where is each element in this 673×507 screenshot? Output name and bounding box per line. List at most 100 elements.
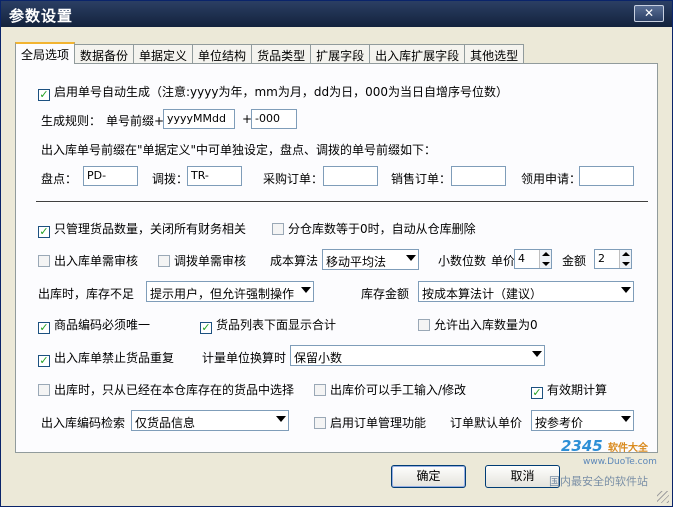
order-price-select[interactable]: 按参考价: [531, 410, 634, 431]
shortage-label: 出库时，库存不足: [38, 287, 135, 301]
cost-method-select[interactable]: 移动平均法: [322, 249, 419, 270]
unit-convert-select[interactable]: 保留小数: [290, 345, 545, 366]
watermark-site: www.DuoTe.com: [583, 457, 657, 467]
order-price-label: 订单默认单价: [450, 416, 523, 430]
stock-select-checkbox[interactable]: 出库时，只从已经在本仓库存在的货品中选择: [38, 381, 294, 398]
amount-decimals-value: 2: [598, 252, 605, 265]
allow-zero-label: 允许出入库数量为0: [434, 318, 538, 332]
arrow-down-icon: [622, 262, 630, 266]
shortage-value: 提示用户，但允许强制操作: [150, 287, 295, 301]
checkbox-empty-icon: [314, 384, 326, 396]
sales-order-input[interactable]: [451, 166, 506, 186]
show-total-checkbox[interactable]: ✓ 货品列表下面显示合计: [200, 316, 336, 334]
tab-doc-definition[interactable]: 单据定义: [133, 44, 194, 64]
unique-code-label: 商品编码必须唯一: [54, 318, 151, 332]
no-duplicate-checkbox[interactable]: ✓ 出入库单禁止货品重复: [38, 349, 174, 367]
auto-number-checkbox[interactable]: ✓ 启用单号自动生成（注意:yyyy为年，mm为月，dd为日，000为当日自增序号…: [38, 83, 508, 101]
code-search-value: 仅货品信息: [135, 416, 196, 430]
code-search-label: 出入库编码检索: [41, 416, 126, 430]
prefix-label: 单号前缀+: [106, 114, 165, 128]
tab-inout-extend-fields[interactable]: 出入库扩展字段: [369, 44, 466, 64]
order-mgmt-checkbox[interactable]: 启用订单管理功能: [314, 414, 426, 431]
requisition-input[interactable]: [579, 166, 634, 186]
order-price-value: 按参考价: [535, 416, 584, 430]
manual-price-checkbox[interactable]: 出库价可以手工输入/修改: [314, 381, 466, 398]
arrow-up-icon: [542, 252, 550, 256]
watermark-slogan: 国内最安全的软件站: [549, 475, 648, 488]
close-icon: ✕: [643, 6, 655, 20]
tab-extend-fields[interactable]: 扩展字段: [310, 44, 371, 64]
only-qty-checkbox[interactable]: ✓ 只管理货品数量，关闭所有财务相关: [38, 220, 246, 238]
checkbox-empty-icon: [38, 255, 50, 267]
dropdown-arrow-icon: [406, 255, 416, 261]
no-duplicate-label: 出入库单禁止货品重复: [54, 351, 175, 365]
checkmark-icon: ✓: [200, 321, 212, 334]
allow-zero-checkbox[interactable]: 允许出入库数量为0: [418, 316, 538, 333]
tab-global-options[interactable]: 全局选项: [15, 42, 76, 64]
status-bar: [1, 489, 672, 506]
price-decimals-stepper[interactable]: 4: [514, 249, 552, 269]
purchase-order-label: 采购订单：: [263, 172, 324, 186]
stock-select-label: 出库时，只从已经在本仓库存在的货品中选择: [54, 383, 295, 397]
checkmark-icon: ✓: [38, 321, 50, 334]
auto-delete-label: 分仓库数等于0时，自动从仓库删除: [288, 222, 476, 236]
dropdown-arrow-icon: [532, 351, 542, 357]
unit-convert-value: 保留小数: [294, 351, 343, 365]
expiry-calc-checkbox[interactable]: ✓ 有效期计算: [531, 381, 607, 399]
title-bar: 参数设置: [1, 1, 672, 27]
amount-decimals-stepper[interactable]: 2: [594, 249, 632, 269]
cost-method-label: 成本算法: [270, 254, 319, 268]
code-search-select[interactable]: 仅货品信息: [131, 410, 289, 431]
ok-button[interactable]: 确定: [391, 465, 466, 488]
decimals-label: 小数位数: [438, 254, 487, 268]
inout-review-checkbox[interactable]: 出入库单需审核: [38, 252, 138, 269]
checkmark-icon: ✓: [38, 354, 50, 367]
dropdown-arrow-icon: [621, 416, 631, 422]
rule-label: 生成规则：: [41, 114, 102, 128]
tab-data-backup[interactable]: 数据备份: [74, 44, 135, 64]
shortage-select[interactable]: 提示用户，但允许强制操作: [146, 281, 314, 302]
stepper-buttons[interactable]: [619, 250, 631, 268]
tab-unit-structure[interactable]: 单位结构: [192, 44, 253, 64]
checkbox-empty-icon: [158, 255, 170, 267]
requisition-label: 领用申请：: [521, 172, 582, 186]
tab-panel-global: ✓ 启用单号自动生成（注意:yyyy为年，mm为月，dd为日，000为当日自增序号…: [15, 63, 658, 453]
unit-convert-label: 计量单位换算时: [202, 351, 287, 365]
checkbox-empty-icon: [418, 319, 430, 331]
tab-product-type[interactable]: 货品类型: [251, 44, 312, 64]
pd-label: 盘点：: [41, 172, 78, 186]
watermark-brand-sub: 软件大全: [607, 443, 648, 454]
resize-grip-icon[interactable]: [657, 491, 669, 503]
order-mgmt-label: 启用订单管理功能: [330, 416, 427, 430]
section-divider: [36, 201, 648, 203]
prefix-input[interactable]: yyyyMMdd: [163, 109, 235, 129]
sales-order-label: 销售订单：: [391, 172, 452, 186]
stock-amount-value: 按成本算法计（建议）: [422, 287, 543, 301]
amount-decimals-label: 金额: [562, 254, 587, 268]
expiry-calc-label: 有效期计算: [547, 383, 608, 397]
settings-window: 参数设置 ✕ 全局选项 数据备份 单据定义 单位结构 货品类型 扩展字段 出入库…: [0, 0, 673, 507]
auto-delete-checkbox[interactable]: 分仓库数等于0时，自动从仓库删除: [272, 220, 476, 237]
suffix-input[interactable]: -000: [251, 109, 297, 129]
purchase-order-input[interactable]: [323, 166, 378, 186]
arrow-up-icon: [622, 252, 630, 256]
tb-prefix-input[interactable]: TR-: [187, 166, 242, 186]
dropdown-arrow-icon: [276, 416, 286, 422]
checkbox-empty-icon: [272, 223, 284, 235]
stock-amount-select[interactable]: 按成本算法计（建议）: [418, 281, 634, 302]
stepper-buttons[interactable]: [539, 250, 551, 268]
stock-amount-label: 库存金额: [361, 287, 410, 301]
checkbox-empty-icon: [314, 417, 326, 429]
tab-strip: 全局选项 数据备份 单据定义 单位结构 货品类型 扩展字段 出入库扩展字段 其他…: [15, 42, 525, 64]
tab-other-options[interactable]: 其他选型: [464, 44, 525, 64]
only-qty-label: 只管理货品数量，关闭所有财务相关: [54, 222, 247, 236]
transfer-review-checkbox[interactable]: 调拨单需审核: [158, 252, 246, 269]
pd-prefix-input[interactable]: PD-: [83, 166, 138, 186]
close-button[interactable]: ✕: [634, 5, 664, 22]
transfer-review-label: 调拨单需审核: [174, 254, 247, 268]
unique-code-checkbox[interactable]: ✓ 商品编码必须唯一: [38, 316, 150, 334]
price-decimals-label: 单价: [491, 254, 516, 268]
arrow-down-icon: [542, 262, 550, 266]
inout-review-label: 出入库单需审核: [54, 254, 139, 268]
prefix-note: 出入库单号前缀在"单据定义"中可单独设定，盘点、调拨的单号前缀如下：: [41, 143, 437, 157]
